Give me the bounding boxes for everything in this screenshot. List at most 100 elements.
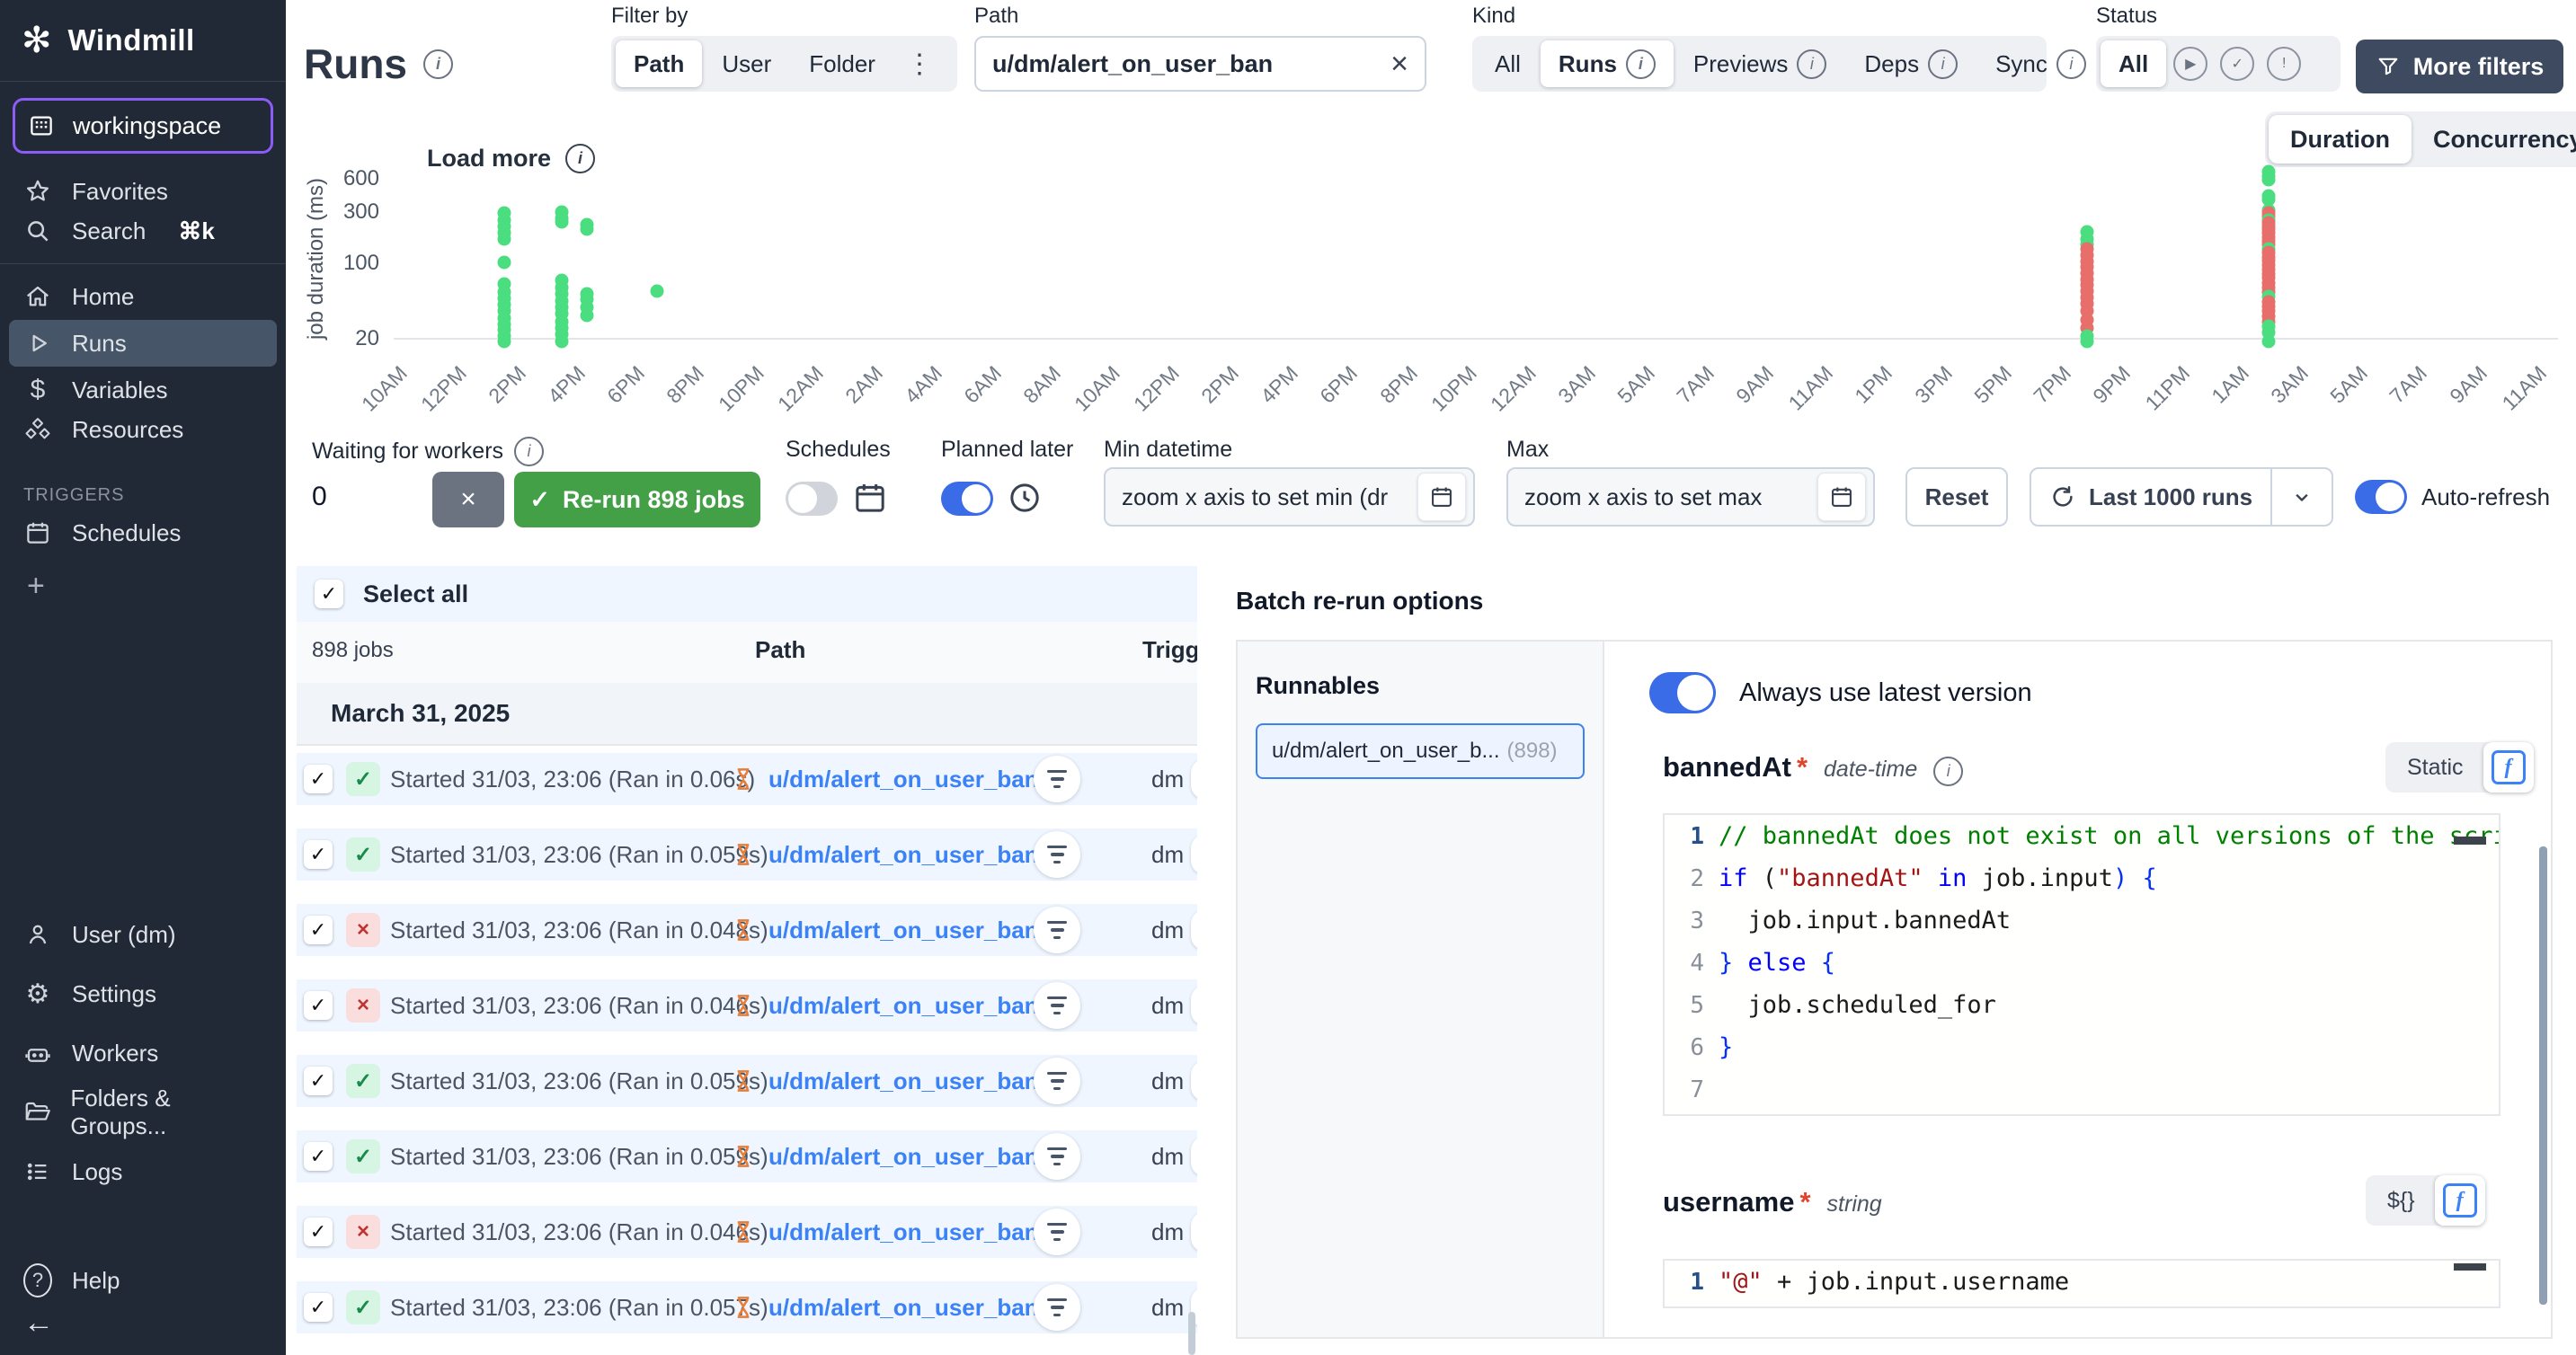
filter-by-folder[interactable]: Folder (791, 40, 893, 87)
latest-version-toggle[interactable] (1649, 672, 1716, 713)
filter-row-button[interactable] (1034, 756, 1080, 802)
run-path-link[interactable]: u/dm/alert_on_user_ban (768, 1218, 1039, 1246)
run-path-link[interactable]: u/dm/alert_on_user_ban (768, 917, 1039, 944)
filter-row-button[interactable] (1034, 907, 1080, 953)
filter-row-button[interactable] (1034, 1133, 1080, 1180)
more-filters-button[interactable]: More filters (2356, 40, 2563, 93)
sidebar-item-user[interactable]: User (dm) (0, 905, 286, 964)
sidebar-item-schedules[interactable]: Schedules (0, 513, 286, 553)
last-runs-button[interactable]: Last 1000 runs (2030, 467, 2333, 527)
reset-button[interactable]: Reset (1905, 467, 2008, 527)
path-input[interactable]: u/dm/alert_on_user_ban × (974, 36, 1426, 92)
run-path-link[interactable]: u/dm/alert_on_user_ban (768, 766, 1039, 793)
info-icon[interactable]: i (1933, 757, 1963, 786)
brand[interactable]: ✻ Windmill (0, 0, 286, 81)
sidebar-item-workers[interactable]: Workers (0, 1023, 286, 1083)
calendar-icon[interactable] (1817, 473, 1866, 521)
template-option[interactable]: ${} (2371, 1188, 2431, 1214)
row-action-button[interactable] (1191, 910, 1197, 950)
schedules-toggle[interactable] (786, 482, 838, 516)
planned-later-toggle[interactable] (941, 482, 993, 516)
kind-deps[interactable]: Depsi (1846, 40, 1976, 87)
row-action-button[interactable] (1191, 986, 1197, 1025)
run-path-link[interactable]: u/dm/alert_on_user_ban (768, 1067, 1039, 1095)
run-path-link[interactable]: u/dm/alert_on_user_ban (768, 992, 1039, 1020)
cancel-selection-button[interactable]: × (432, 472, 504, 527)
runnable-item[interactable]: u/dm/alert_on_user_b... (898) (1256, 723, 1585, 779)
run-path-link[interactable]: u/dm/alert_on_user_ban (768, 1294, 1039, 1322)
filter-by-path[interactable]: Path (616, 40, 702, 87)
row-action-button[interactable] (1191, 1137, 1197, 1176)
filter-by-user[interactable]: User (704, 40, 789, 87)
status-failure-icon[interactable]: ! (2267, 47, 2301, 81)
filter-row-button[interactable] (1034, 1209, 1080, 1255)
run-row[interactable]: ✓✓Started 31/03, 23:06 (Ran in 0.059s)u/… (297, 1130, 1197, 1182)
calendar-icon[interactable] (1417, 473, 1466, 521)
run-path-link[interactable]: u/dm/alert_on_user_ban (768, 1143, 1039, 1171)
last-runs-dropdown[interactable] (2270, 469, 2332, 525)
add-trigger-button[interactable]: + (0, 553, 286, 620)
row-action-button[interactable] (1191, 759, 1197, 799)
javascript-option[interactable]: f (2435, 1175, 2485, 1226)
javascript-option[interactable]: f (2483, 742, 2534, 793)
filter-row-button[interactable] (1034, 982, 1080, 1029)
sidebar-item-resources[interactable]: Resources (0, 410, 286, 449)
tab-concurrency[interactable]: Concurrency (2412, 115, 2576, 164)
row-checkbox[interactable]: ✓ (304, 840, 333, 869)
username-code-editor[interactable]: 1"@" + job.input.username (1663, 1259, 2500, 1308)
run-row[interactable]: ✓×Started 31/03, 23:06 (Ran in 0.046s)u/… (297, 1206, 1197, 1258)
filter-by-more-icon[interactable]: ⋮ (895, 49, 944, 80)
run-path-link[interactable]: u/dm/alert_on_user_ban (768, 841, 1039, 869)
run-row[interactable]: ✓×Started 31/03, 23:06 (Ran in 0.046s)u/… (297, 979, 1197, 1032)
run-row[interactable]: ✓✓Started 31/03, 23:06 (Ran in 0.059s)u/… (297, 1055, 1197, 1107)
static-option[interactable]: Static (2391, 755, 2480, 781)
row-checkbox[interactable]: ✓ (304, 991, 333, 1020)
panel-scrollbar[interactable] (2539, 846, 2547, 1305)
sidebar-item-help[interactable]: ? Help (0, 1255, 286, 1306)
status-all[interactable]: All (2101, 40, 2166, 87)
sidebar-item-variables[interactable]: $ Variables (0, 370, 286, 410)
list-scrollbar[interactable] (1188, 1312, 1195, 1355)
tab-duration[interactable]: Duration (2269, 115, 2412, 164)
row-checkbox[interactable]: ✓ (304, 765, 333, 793)
workspace-switcher[interactable]: workingspace (13, 98, 273, 154)
run-row[interactable]: ✓✓Started 31/03, 23:06 (Ran in 0.057s)u/… (297, 1281, 1197, 1333)
runs-info-icon[interactable]: i (423, 49, 453, 79)
status-running-icon[interactable]: ▶ (2173, 47, 2207, 81)
kind-all[interactable]: All (1477, 40, 1539, 87)
kind-runs[interactable]: Runsi (1541, 40, 1674, 87)
filter-row-button[interactable] (1034, 1058, 1080, 1104)
row-action-button[interactable] (1191, 1061, 1197, 1101)
status-success-icon[interactable]: ✓ (2220, 47, 2254, 81)
sidebar-item-folders-groups[interactable]: Folders & Groups... (0, 1083, 286, 1142)
sidebar-item-logs[interactable]: Logs (0, 1142, 286, 1201)
sidebar-item-home[interactable]: Home (0, 277, 286, 316)
load-more-button[interactable]: Load more i (427, 144, 595, 173)
sidebar-item-settings[interactable]: ⚙ Settings (0, 964, 286, 1023)
row-checkbox[interactable]: ✓ (304, 1293, 333, 1322)
row-action-button[interactable] (1191, 1212, 1197, 1252)
select-all-checkbox[interactable]: ✓ (315, 580, 343, 608)
select-all-bar[interactable]: ✓ Select all (297, 566, 1197, 622)
row-checkbox[interactable]: ✓ (304, 1067, 333, 1095)
collapse-sidebar-icon[interactable]: ← (0, 1306, 286, 1355)
sidebar-item-favorites[interactable]: Favorites (0, 172, 286, 211)
min-datetime-input[interactable]: zoom x axis to set min (dr (1104, 467, 1475, 527)
max-datetime-input[interactable]: zoom x axis to set max (1506, 467, 1875, 527)
row-checkbox[interactable]: ✓ (304, 916, 333, 944)
auto-refresh-toggle[interactable] (2355, 480, 2407, 514)
rerun-jobs-button[interactable]: ✓Re-run 898 jobs (514, 472, 760, 527)
row-checkbox[interactable]: ✓ (304, 1218, 333, 1246)
clear-path-icon[interactable]: × (1390, 47, 1408, 82)
sidebar-item-search[interactable]: Search ⌘k (0, 211, 286, 251)
row-checkbox[interactable]: ✓ (304, 1142, 333, 1171)
kind-previews[interactable]: Previewsi (1675, 40, 1844, 87)
row-action-button[interactable] (1191, 835, 1197, 874)
filter-row-button[interactable] (1034, 831, 1080, 878)
filter-row-button[interactable] (1034, 1284, 1080, 1331)
run-row[interactable]: ✓×Started 31/03, 23:06 (Ran in 0.048s)u/… (297, 904, 1197, 956)
run-row[interactable]: ✓✓Started 31/03, 23:06 (Ran in 0.059s)u/… (297, 828, 1197, 881)
run-row[interactable]: ✓✓Started 31/03, 23:06 (Ran in 0.06s)u/d… (297, 753, 1197, 805)
bannedat-code-editor[interactable]: 1// bannedAt does not exist on all versi… (1663, 813, 2500, 1116)
sidebar-item-runs[interactable]: Runs (9, 320, 277, 367)
